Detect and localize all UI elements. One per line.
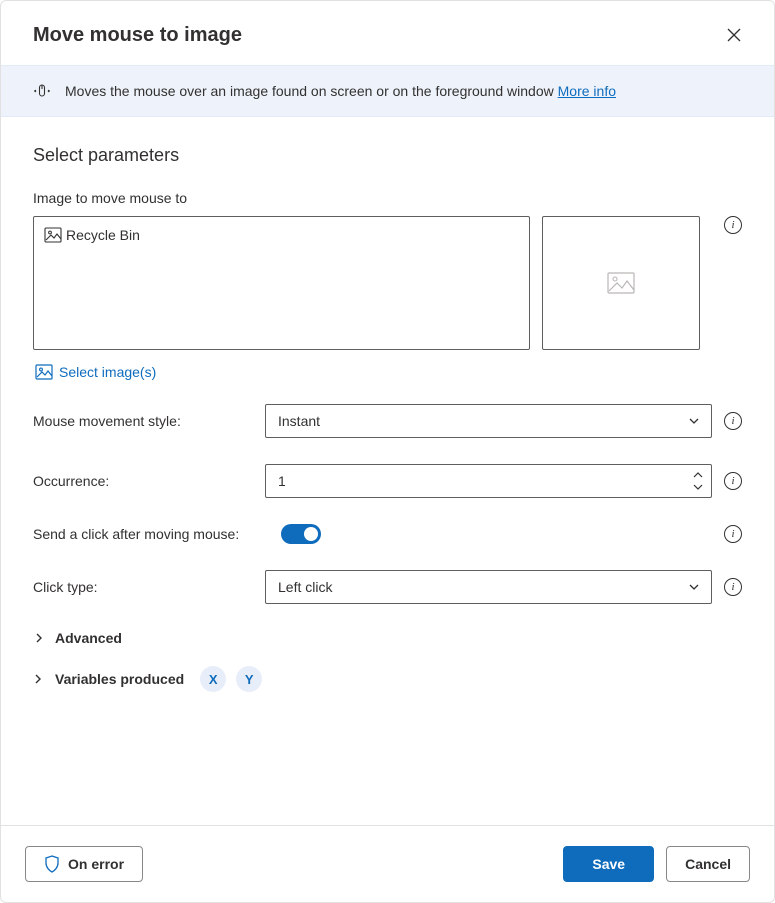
select-images-button[interactable]: Select image(s) (33, 364, 156, 380)
move-mouse-to-image-dialog: Move mouse to image Moves the mouse over… (0, 0, 775, 903)
more-info-link[interactable]: More info (558, 83, 616, 99)
send-click-label: Send a click after moving mouse: (33, 526, 281, 542)
chevron-down-icon (687, 580, 701, 594)
toggle-knob (304, 527, 318, 541)
occurrence-label: Occurrence: (33, 473, 265, 489)
param-send-click: Send a click after moving mouse: i (33, 524, 742, 544)
click-type-label: Click type: (33, 579, 265, 595)
on-error-label: On error (68, 856, 124, 872)
cancel-button[interactable]: Cancel (666, 846, 750, 882)
movement-style-value: Instant (278, 413, 320, 429)
mouse-action-icon (33, 82, 51, 100)
param-occurrence: Occurrence: 1 i (33, 464, 742, 498)
variables-produced-toggle[interactable]: Variables produced X Y (33, 666, 742, 692)
info-banner: Moves the mouse over an image found on s… (1, 65, 774, 117)
info-icon[interactable]: i (724, 578, 742, 596)
occurrence-value: 1 (278, 473, 286, 489)
chevron-right-icon (34, 633, 44, 643)
param-click-type: Click type: Left click i (33, 570, 742, 604)
close-button[interactable] (718, 19, 750, 51)
shield-icon (44, 855, 60, 873)
advanced-toggle[interactable]: Advanced (33, 630, 742, 646)
save-label: Save (592, 856, 625, 872)
step-down-button[interactable] (689, 481, 707, 493)
variable-badge[interactable]: X (200, 666, 226, 692)
chevron-down-icon (693, 483, 703, 491)
send-click-toggle[interactable] (281, 524, 321, 544)
click-type-value: Left click (278, 579, 332, 595)
dialog-title: Move mouse to image (33, 24, 242, 47)
dialog-header: Move mouse to image (1, 1, 774, 65)
image-icon (44, 227, 62, 243)
info-description: Moves the mouse over an image found on s… (65, 83, 554, 99)
chevron-right-icon (33, 674, 43, 684)
click-type-select[interactable]: Left click (265, 570, 712, 604)
image-row: Recycle Bin i (33, 216, 742, 350)
placeholder-image-icon (607, 272, 635, 294)
occurrence-input[interactable]: 1 (265, 464, 712, 498)
advanced-label: Advanced (55, 630, 122, 646)
dialog-body: Select parameters Image to move mouse to… (1, 117, 774, 825)
image-preview[interactable] (542, 216, 700, 350)
variables-label: Variables produced (55, 671, 184, 687)
image-icon (35, 364, 53, 380)
info-icon[interactable]: i (724, 412, 742, 430)
variable-badge[interactable]: Y (236, 666, 262, 692)
info-icon[interactable]: i (724, 216, 742, 234)
section-title: Select parameters (33, 145, 742, 166)
footer-right: Save Cancel (563, 846, 750, 882)
cancel-label: Cancel (685, 856, 731, 872)
image-field-label: Image to move mouse to (33, 190, 742, 206)
select-images-label: Select image(s) (59, 364, 156, 380)
movement-style-select[interactable]: Instant (265, 404, 712, 438)
param-movement-style: Mouse movement style: Instant i (33, 404, 742, 438)
info-icon[interactable]: i (724, 472, 742, 490)
save-button[interactable]: Save (563, 846, 654, 882)
close-icon (727, 28, 741, 42)
on-error-button[interactable]: On error (25, 846, 143, 882)
occurrence-stepper (689, 467, 707, 495)
chevron-up-icon (693, 471, 703, 479)
movement-style-label: Mouse movement style: (33, 413, 265, 429)
image-item[interactable]: Recycle Bin (44, 227, 140, 243)
image-list[interactable]: Recycle Bin (33, 216, 530, 350)
info-icon[interactable]: i (724, 525, 742, 543)
dialog-footer: On error Save Cancel (1, 825, 774, 902)
info-banner-text: Moves the mouse over an image found on s… (65, 83, 616, 99)
image-item-label: Recycle Bin (66, 227, 140, 243)
step-up-button[interactable] (689, 469, 707, 481)
chevron-down-icon (687, 414, 701, 428)
